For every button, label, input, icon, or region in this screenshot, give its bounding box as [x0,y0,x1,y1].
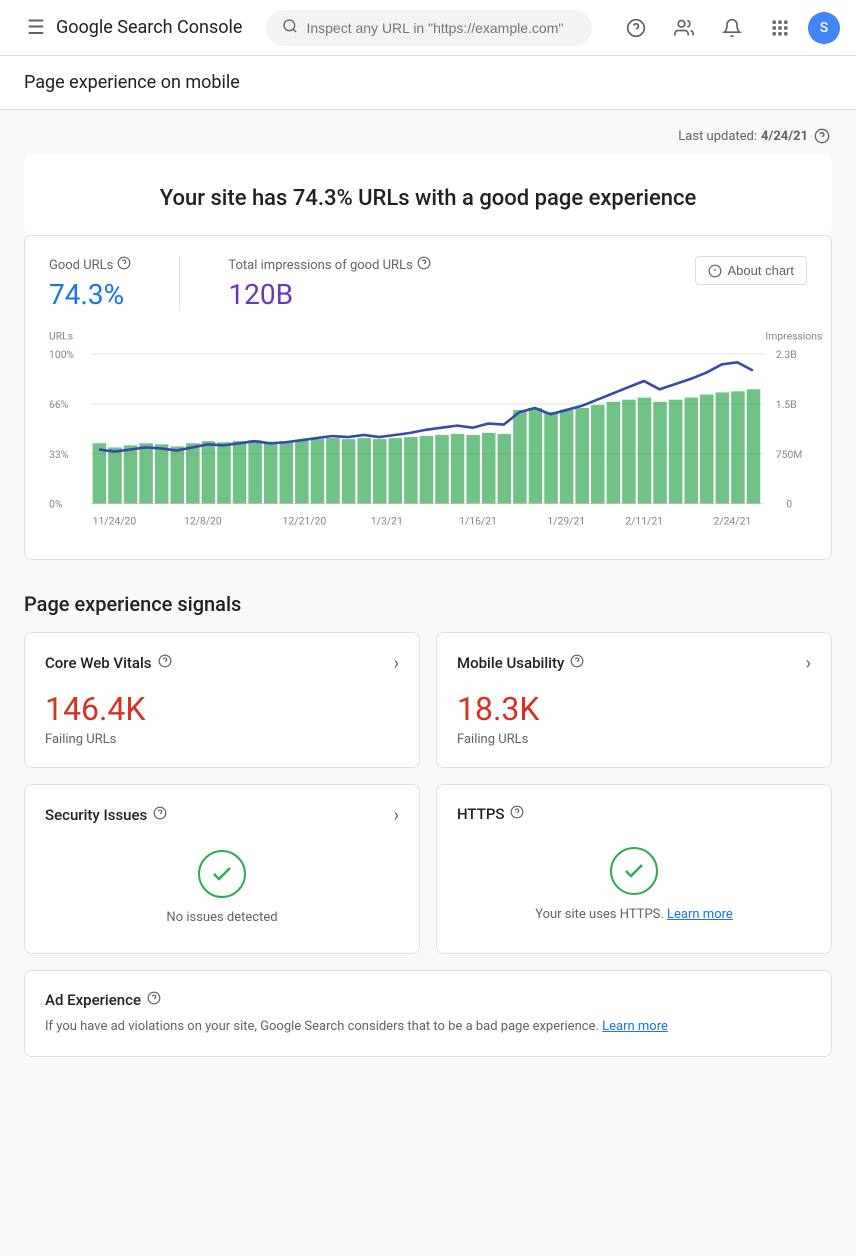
svg-text:12/21/20: 12/21/20 [283,514,327,527]
svg-text:1/16/21: 1/16/21 [459,514,497,527]
svg-text:33%: 33% [49,448,69,461]
svg-text:Impressions: Impressions [765,329,822,342]
people-button[interactable] [664,8,704,48]
impressions-help-icon[interactable] [417,256,431,274]
https-check-text: Your site uses HTTPS. Learn more [535,907,733,922]
main-content: Last updated: 4/24/21 Your site has 74.3… [0,110,856,1097]
ad-experience-help-icon[interactable] [147,991,161,1009]
https-card: HTTPS Your site uses HTTPS. Learn more [436,784,832,954]
stat-divider [179,256,180,311]
core-web-vitals-subtitle: Failing URLs [45,732,399,747]
chart-container: URLs 100% 66% 33% 0% Impressions 2.3B 1.… [49,327,807,539]
core-web-vitals-header: Core Web Vitals › [45,653,399,674]
stats-card: Good URLs 74.3% Total impressions of goo… [24,235,832,560]
mobile-usability-value: 18.3K [457,690,811,728]
svg-text:750M: 750M [776,448,803,461]
header: ☰ Google Search Console S [0,0,856,56]
security-issues-card[interactable]: Security Issues › No issues detected [24,784,420,954]
headline-text: Your site has 74.3% URLs with a good pag… [24,154,832,235]
mobile-usability-help-icon[interactable] [570,654,584,672]
header-icons: S [616,8,840,48]
chart-svg: URLs 100% 66% 33% 0% Impressions 2.3B 1.… [49,327,807,535]
security-issues-header: Security Issues › [45,805,399,826]
ad-experience-card: Ad Experience If you have ad violations … [24,970,832,1058]
impressions-label: Total impressions of good URLs [228,256,430,274]
good-urls-stat: Good URLs 74.3% [49,256,131,311]
svg-text:2/11/21: 2/11/21 [625,514,663,527]
https-learn-more-link[interactable]: Learn more [667,907,733,922]
svg-text:11/24/20: 11/24/20 [93,514,137,527]
mobile-usability-header: Mobile Usability › [457,653,811,674]
last-updated-label: Last updated: [678,129,757,144]
svg-text:2/24/21: 2/24/21 [714,514,752,527]
page-title-bar: Page experience on mobile [0,56,856,110]
security-issues-title: Security Issues [45,806,167,824]
svg-text:1/29/21: 1/29/21 [547,514,585,527]
search-bar[interactable] [266,10,592,46]
impressions-stat: Total impressions of good URLs 120B [228,256,430,311]
svg-text:66%: 66% [49,398,69,411]
header-logo: Google Search Console [56,17,242,38]
mobile-usability-title: Mobile Usability [457,654,584,672]
impressions-value: 120B [228,278,430,311]
page-title: Page experience on mobile [24,72,832,93]
svg-text:0: 0 [786,498,792,511]
apps-button[interactable] [760,8,800,48]
good-urls-label: Good URLs [49,256,131,274]
svg-text:1.5B: 1.5B [776,398,797,411]
notifications-button[interactable] [712,8,752,48]
core-web-vitals-value: 146.4K [45,690,399,728]
stats-row: Good URLs 74.3% Total impressions of goo… [49,256,807,311]
help-button[interactable] [616,8,656,48]
svg-text:2.3B: 2.3B [776,348,797,361]
headline-section: Your site has 74.3% URLs with a good pag… [24,154,832,235]
mobile-usability-chevron-icon[interactable]: › [806,653,811,674]
ad-experience-desc: If you have ad violations on your site, … [45,1017,811,1037]
https-header: HTTPS [457,805,811,823]
core-web-vitals-title: Core Web Vitals [45,654,172,672]
search-input[interactable] [306,20,576,36]
svg-text:1/3/21: 1/3/21 [371,514,403,527]
core-web-vitals-card[interactable]: Core Web Vitals › 146.4K Failing URLs [24,632,420,768]
mobile-usability-card[interactable]: Mobile Usability › 18.3K Failing URLs [436,632,832,768]
svg-text:0%: 0% [49,498,63,511]
https-check-circle [610,847,658,895]
last-updated-date: 4/24/21 [761,129,808,144]
https-title: HTTPS [457,805,524,823]
about-chart-label: About chart [728,263,795,278]
svg-text:URLs: URLs [49,329,73,342]
svg-text:12/8/20: 12/8/20 [184,514,222,527]
last-updated-help-button[interactable] [812,126,832,146]
security-issues-check-circle [198,850,246,898]
https-check: Your site uses HTTPS. Learn more [457,839,811,930]
user-avatar[interactable]: S [808,12,840,44]
security-issues-check: No issues detected [45,842,399,933]
search-icon [282,18,298,38]
ad-experience-title: Ad Experience [45,991,161,1009]
good-urls-value: 74.3% [49,278,131,311]
security-issues-chevron-icon[interactable]: › [394,805,399,826]
menu-button[interactable]: ☰ [16,8,56,48]
logo-text: Google Search Console [56,17,242,38]
security-issues-check-text: No issues detected [166,910,277,925]
core-web-vitals-chevron-icon[interactable]: › [394,653,399,674]
menu-icon: ☰ [27,15,45,40]
core-web-vitals-help-icon[interactable] [158,654,172,672]
https-help-icon[interactable] [510,805,524,823]
signals-grid: Core Web Vitals › 146.4K Failing URLs Mo… [24,632,832,1058]
signals-section-title: Page experience signals [24,592,832,616]
ad-experience-learn-more-link[interactable]: Learn more [602,1019,668,1034]
security-issues-help-icon[interactable] [153,806,167,824]
ad-experience-header: Ad Experience [45,991,811,1009]
last-updated: Last updated: 4/24/21 [24,110,832,154]
svg-text:100%: 100% [49,348,74,361]
mobile-usability-subtitle: Failing URLs [457,732,811,747]
good-urls-help-icon[interactable] [117,256,131,274]
about-chart-button[interactable]: About chart [695,256,808,285]
